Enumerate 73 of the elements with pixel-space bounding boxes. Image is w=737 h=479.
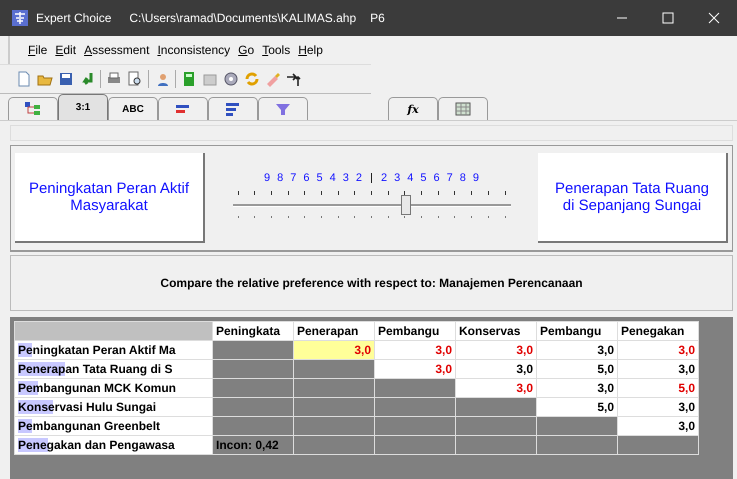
formula-tab[interactable]: fx xyxy=(388,97,438,120)
scale-number: 5 xyxy=(420,172,426,184)
column-header: Penegakan xyxy=(618,322,698,340)
node-label: P6 xyxy=(370,11,385,25)
row-label[interactable]: Pembangunan MCK Komun xyxy=(14,378,212,398)
row-label[interactable]: Penerapan Tata Ruang di S xyxy=(14,360,212,378)
tab[interactable]: 3:1 xyxy=(58,94,108,120)
column-header: Peningkata xyxy=(212,322,294,340)
scale-number: 8 xyxy=(277,172,284,184)
preview-icon[interactable] xyxy=(127,71,143,87)
scale-number: 5 xyxy=(316,172,323,184)
judgment-cell[interactable]: 5,0 xyxy=(536,360,618,378)
menu-item[interactable]: Go xyxy=(238,43,254,57)
column-header: Pembangu xyxy=(536,322,618,340)
row-label[interactable]: Pembangunan Greenbelt xyxy=(14,416,212,436)
window-title: Expert Choice xyxy=(36,11,112,25)
menu-item[interactable]: Assessment xyxy=(84,43,150,57)
file-path: C:\Users\ramad\Documents\KALIMAS.ahp xyxy=(129,11,356,25)
calculator-icon[interactable] xyxy=(181,71,197,87)
scale-number: 9 xyxy=(264,172,270,184)
tab[interactable] xyxy=(8,97,58,120)
judgment-cell[interactable]: 3,0 xyxy=(536,340,618,360)
menu-item[interactable]: Tools xyxy=(262,43,290,57)
menu-item[interactable]: Edit xyxy=(55,43,76,57)
judgment-cell[interactable]: 3,0 xyxy=(374,340,456,360)
app-icon xyxy=(12,10,28,26)
judgment-cell[interactable]: 3,0 xyxy=(456,360,536,378)
prompt-text: Compare the relative preference with respect to: Manajemen Perencanaan xyxy=(160,276,583,290)
column-header: Penerapan xyxy=(294,322,374,340)
scale-number: 3 xyxy=(342,172,349,184)
scale-number: 7 xyxy=(290,172,296,184)
scale-number: 9 xyxy=(472,172,479,184)
tab[interactable] xyxy=(438,97,488,120)
tab[interactable] xyxy=(208,97,258,120)
grid-icon xyxy=(455,102,471,116)
scale-number: 4 xyxy=(407,172,414,184)
save-icon[interactable] xyxy=(58,71,74,87)
tab[interactable]: ABC xyxy=(108,97,158,120)
left-alternative: Peningkatan Peran Aktif Masyarakat xyxy=(15,153,205,243)
new-file-icon[interactable] xyxy=(16,71,32,87)
bar-icon xyxy=(175,102,191,116)
scale-number: 7 xyxy=(446,172,453,184)
bars-icon xyxy=(225,102,241,116)
arrows-icon[interactable] xyxy=(286,71,302,87)
column-header: Konservas xyxy=(456,322,536,340)
scale-number: 2 xyxy=(356,172,362,184)
scale-number: 6 xyxy=(434,172,440,184)
tab[interactable] xyxy=(158,97,208,120)
row-label[interactable]: Penegakan dan Pengawasa xyxy=(14,436,212,454)
scale-number: 4 xyxy=(330,172,336,184)
inconsistency-ratio: Incon: 0,42 xyxy=(212,436,294,454)
judgment-cell[interactable]: 3,0 xyxy=(618,398,698,416)
menu-item[interactable]: File xyxy=(28,43,48,57)
judgment-cell[interactable]: 3,0 xyxy=(618,340,698,360)
judgment-cell[interactable]: 3,0 xyxy=(294,340,374,360)
tab[interactable] xyxy=(258,97,308,120)
menu-item[interactable]: Help xyxy=(298,43,323,57)
row-label[interactable]: Konservasi Hulu Sungai xyxy=(14,398,212,416)
scale-number: 3 xyxy=(394,172,400,184)
scale-number: 8 xyxy=(460,172,466,184)
slider-thumb[interactable] xyxy=(401,195,412,215)
judgment-cell[interactable]: 3,0 xyxy=(618,360,698,378)
judgment-cell[interactable]: 5,0 xyxy=(618,378,698,398)
menu-item[interactable]: Inconsistency xyxy=(157,43,230,57)
right-alternative: Penerapan Tata Ruang di Sepanjang Sungai xyxy=(538,153,728,243)
scale-number: 2 xyxy=(381,172,388,184)
scale-number: 6 xyxy=(303,172,310,184)
row-label[interactable]: Peningkatan Peran Aktif Ma xyxy=(14,340,212,360)
tree-icon xyxy=(25,102,41,116)
column-header: Pembangu xyxy=(374,322,456,340)
funnel-icon xyxy=(275,102,291,116)
judgment-cell[interactable]: 3,0 xyxy=(456,340,536,360)
judgment-cell[interactable]: 3,0 xyxy=(536,378,618,398)
